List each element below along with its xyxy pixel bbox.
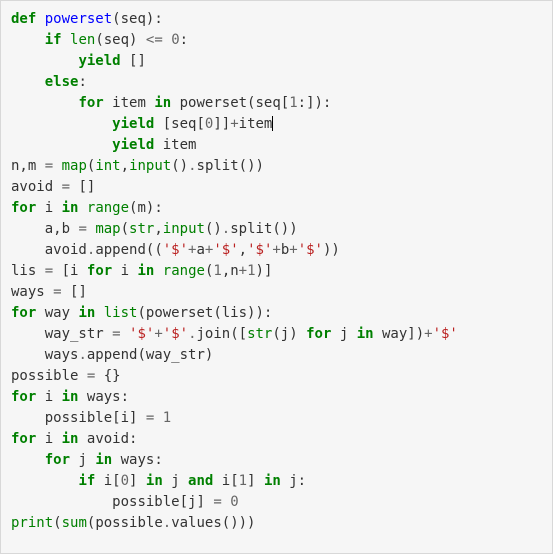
code-line: possible[j] = 0 [11,494,239,510]
code-line: for j in ways: [11,452,163,468]
code-line: print(sum(possible.values())) [11,515,255,531]
code-line: avoid.append(('$'+a+'$','$'+b+'$')) [11,242,340,258]
code-line: else: [11,74,87,90]
code-line: ways.append(way_str) [11,347,213,363]
code-line: n,m = map(int,input().split()) [11,158,264,174]
code-line: for i in avoid: [11,431,137,447]
code-line: avoid = [] [11,179,95,195]
code-line: way_str = '$'+'$'.join([str(j) for j in … [11,326,458,342]
code-line: for way in list(powerset(lis)): [11,305,272,321]
code-line: ways = [] [11,284,87,300]
code-line: for i in range(m): [11,200,163,216]
code-block: def powerset(seq): if len(seq) <= 0: yie… [11,9,542,534]
code-line: if len(seq) <= 0: [11,32,188,48]
code-line: yield item [11,137,196,153]
code-line: a,b = map(str,input().split()) [11,221,298,237]
code-line: if i[0] in j and i[1] in j: [11,473,306,489]
code-line: for item in powerset(seq[1:]): [11,95,331,111]
code-line: lis = [i for i in range(1,n+1)] [11,263,272,279]
code-line: def powerset(seq): [11,11,163,27]
code-line: yield [] [11,53,146,69]
code-line: possible = {} [11,368,121,384]
code-line: yield [seq[0]]+item [11,116,273,132]
code-line: for i in ways: [11,389,129,405]
code-line: possible[i] = 1 [11,410,171,426]
text-cursor [272,116,273,131]
